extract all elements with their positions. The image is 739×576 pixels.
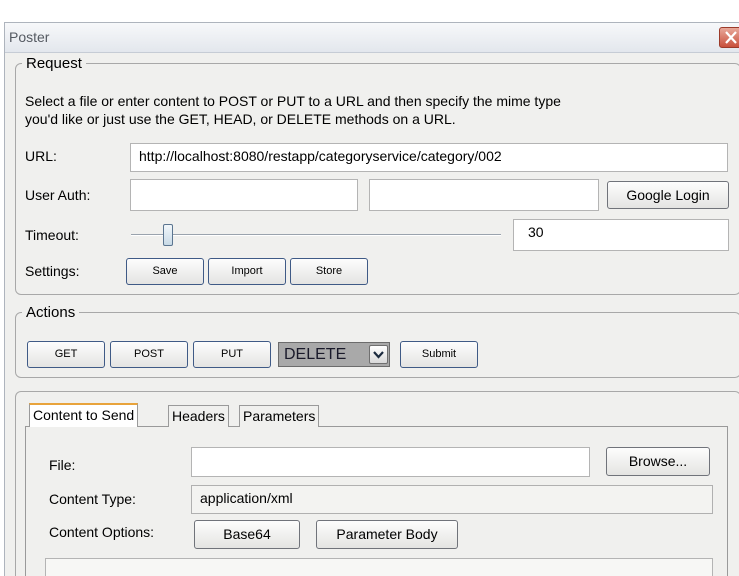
url-input[interactable]: http://localhost:8080/restapp/categoryse… [130,143,728,172]
window-title: Poster [9,29,50,45]
user-auth-label: User Auth: [25,187,91,203]
timeout-slider-track[interactable] [131,234,501,236]
password-input[interactable] [369,179,599,211]
tab-headers[interactable]: Headers [168,405,229,427]
request-legend: Request [26,55,82,72]
put-button[interactable]: PUT [193,341,271,368]
poster-window: Poster Request Select a file or enter co… [4,22,739,576]
save-settings-button[interactable]: Save [126,258,204,285]
post-button[interactable]: POST [110,341,188,368]
store-settings-button[interactable]: Store [290,258,368,285]
browse-button[interactable]: Browse... [606,447,710,476]
submit-button[interactable]: Submit [400,341,478,368]
tab-content-to-send[interactable]: Content to Send [29,403,139,427]
timeout-input[interactable]: 30 [513,219,729,251]
method-select[interactable]: DELETE [278,342,390,367]
timeout-label: Timeout: [25,227,79,243]
request-description-line1: Select a file or enter content to POST o… [25,93,561,109]
request-group: Request [15,55,739,295]
dropdown-arrow[interactable] [369,345,388,364]
chevron-down-icon [373,351,384,359]
base64-button[interactable]: Base64 [194,520,300,549]
content-type-label: Content Type: [49,491,136,507]
file-input[interactable] [191,447,590,477]
content-body-textarea[interactable] [45,558,713,576]
settings-label: Settings: [25,263,80,279]
title-bar[interactable]: Poster [5,23,739,53]
timeout-slider-thumb[interactable] [163,224,173,246]
parameter-body-button[interactable]: Parameter Body [316,520,458,549]
google-login-button[interactable]: Google Login [607,181,729,209]
file-label: File: [49,457,76,473]
content-options-label: Content Options: [49,524,155,540]
get-button[interactable]: GET [27,341,105,368]
content-type-field[interactable]: application/xml [191,485,713,514]
method-select-value: DELETE [284,346,347,363]
request-description-line2: you'd like or just use the GET, HEAD, or… [25,111,456,127]
url-label: URL: [25,148,57,164]
close-button[interactable] [719,27,739,48]
username-input[interactable] [130,179,358,211]
actions-legend: Actions [26,304,76,321]
import-settings-button[interactable]: Import [208,258,286,285]
close-icon [725,31,737,44]
tab-parameters[interactable]: Parameters [239,405,320,427]
